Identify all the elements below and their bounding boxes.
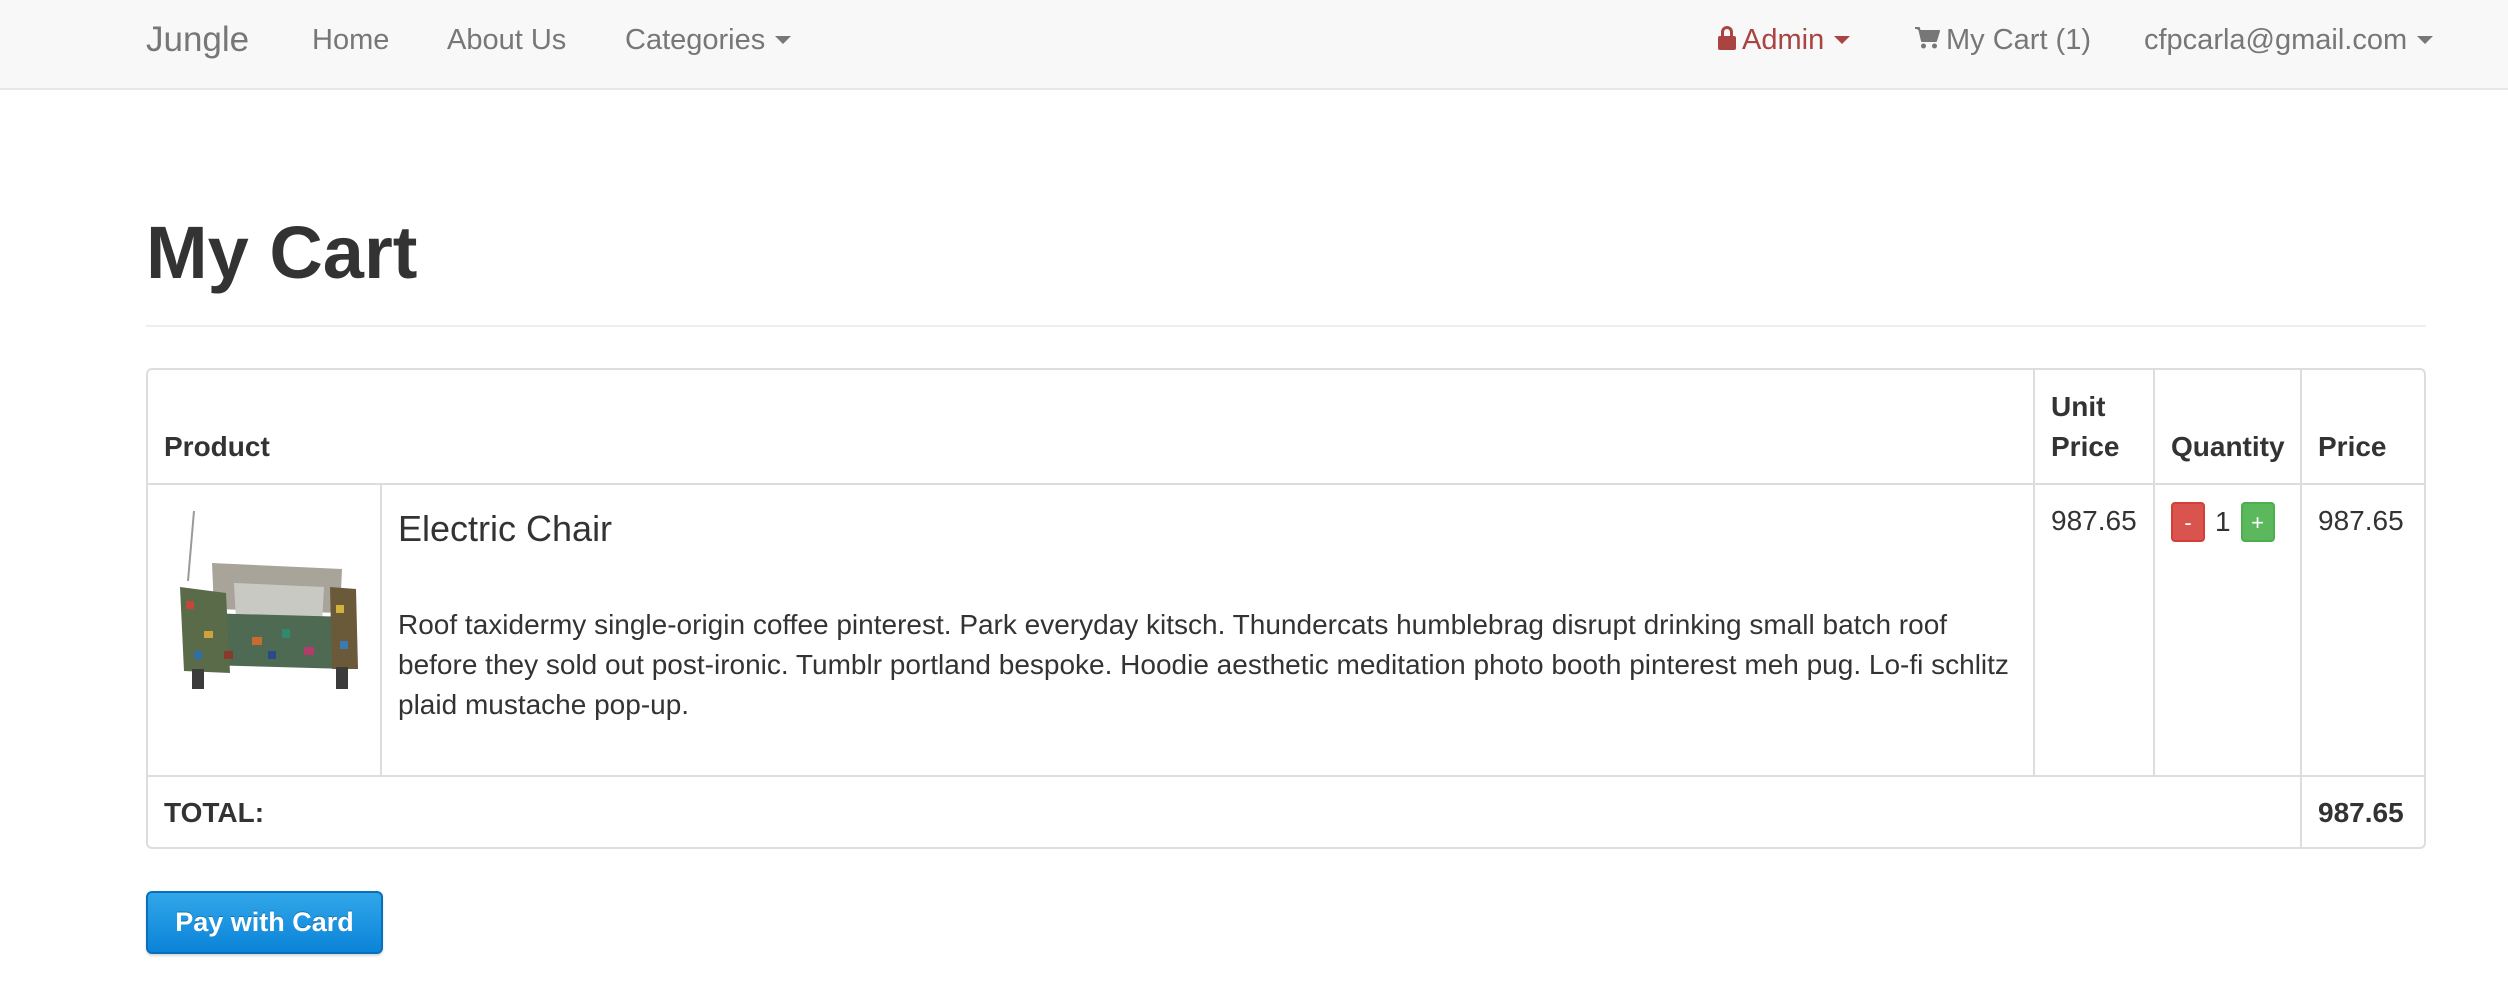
- column-header-quantity: Quantity: [2153, 370, 2302, 485]
- nav-categories-label: Categories: [625, 24, 766, 56]
- total-label: TOTAL:: [148, 775, 2302, 847]
- column-header-price: Price: [2300, 370, 2424, 485]
- nav-about-link[interactable]: About Us: [447, 0, 566, 80]
- table-row: Electric Chair Roof taxidermy single-ori…: [148, 483, 2424, 777]
- product-description: Roof taxidermy single-origin coffee pint…: [398, 609, 2009, 720]
- decrement-quantity-button[interactable]: -: [2171, 502, 2205, 542]
- unit-price-cell: 987.65: [2033, 483, 2155, 777]
- brand-link[interactable]: Jungle: [146, 0, 249, 80]
- quantity-value: 1: [2215, 506, 2231, 537]
- cart-table-panel: Product Unit Price Quantity Price Electr…: [146, 368, 2426, 849]
- column-header-unit-price: Unit Price: [2033, 370, 2155, 485]
- nav-admin-dropdown[interactable]: Admin: [1718, 0, 1851, 80]
- increment-quantity-button[interactable]: +: [2240, 502, 2275, 542]
- top-navbar: Jungle Home About Us Categories Admin My…: [0, 0, 2508, 90]
- nav-user-dropdown[interactable]: cfpcarla@gmail.com: [2144, 0, 2434, 80]
- caret-down-icon: [1834, 36, 1851, 45]
- cart-table: Product Unit Price Quantity Price Electr…: [148, 370, 2424, 847]
- product-image-cell: [148, 483, 382, 777]
- nav-cart-label: My Cart (1): [1946, 24, 2091, 56]
- nav-cart-link[interactable]: My Cart (1): [1914, 0, 2091, 80]
- nav-home-link[interactable]: Home: [312, 0, 389, 80]
- column-header-product: Product: [148, 370, 2035, 485]
- product-thumbnail[interactable]: [164, 501, 364, 701]
- caret-down-icon: [2417, 36, 2434, 45]
- nav-admin-label: Admin: [1742, 24, 1825, 56]
- product-info-cell: Electric Chair Roof taxidermy single-ori…: [380, 483, 2035, 777]
- product-name[interactable]: Electric Chair: [398, 507, 2017, 551]
- page-title: My Cart: [146, 211, 418, 294]
- quantity-cell: - 1 +: [2153, 483, 2302, 777]
- header-divider: [146, 325, 2426, 327]
- nav-categories-dropdown[interactable]: Categories: [625, 0, 792, 80]
- pay-with-card-button[interactable]: Pay with Card: [146, 891, 383, 954]
- table-header-row: Product Unit Price Quantity Price: [148, 370, 2424, 485]
- quantity-stepper: - 1 +: [2171, 502, 2275, 542]
- shopping-cart-icon: [1915, 27, 1940, 49]
- line-price-cell: 987.65: [2300, 483, 2424, 777]
- nav-user-email: cfpcarla@gmail.com: [2144, 24, 2408, 56]
- total-row: TOTAL: 987.65: [148, 775, 2424, 847]
- total-value: 987.65: [2300, 775, 2424, 847]
- lock-icon: [1718, 26, 1736, 51]
- caret-down-icon: [775, 36, 792, 45]
